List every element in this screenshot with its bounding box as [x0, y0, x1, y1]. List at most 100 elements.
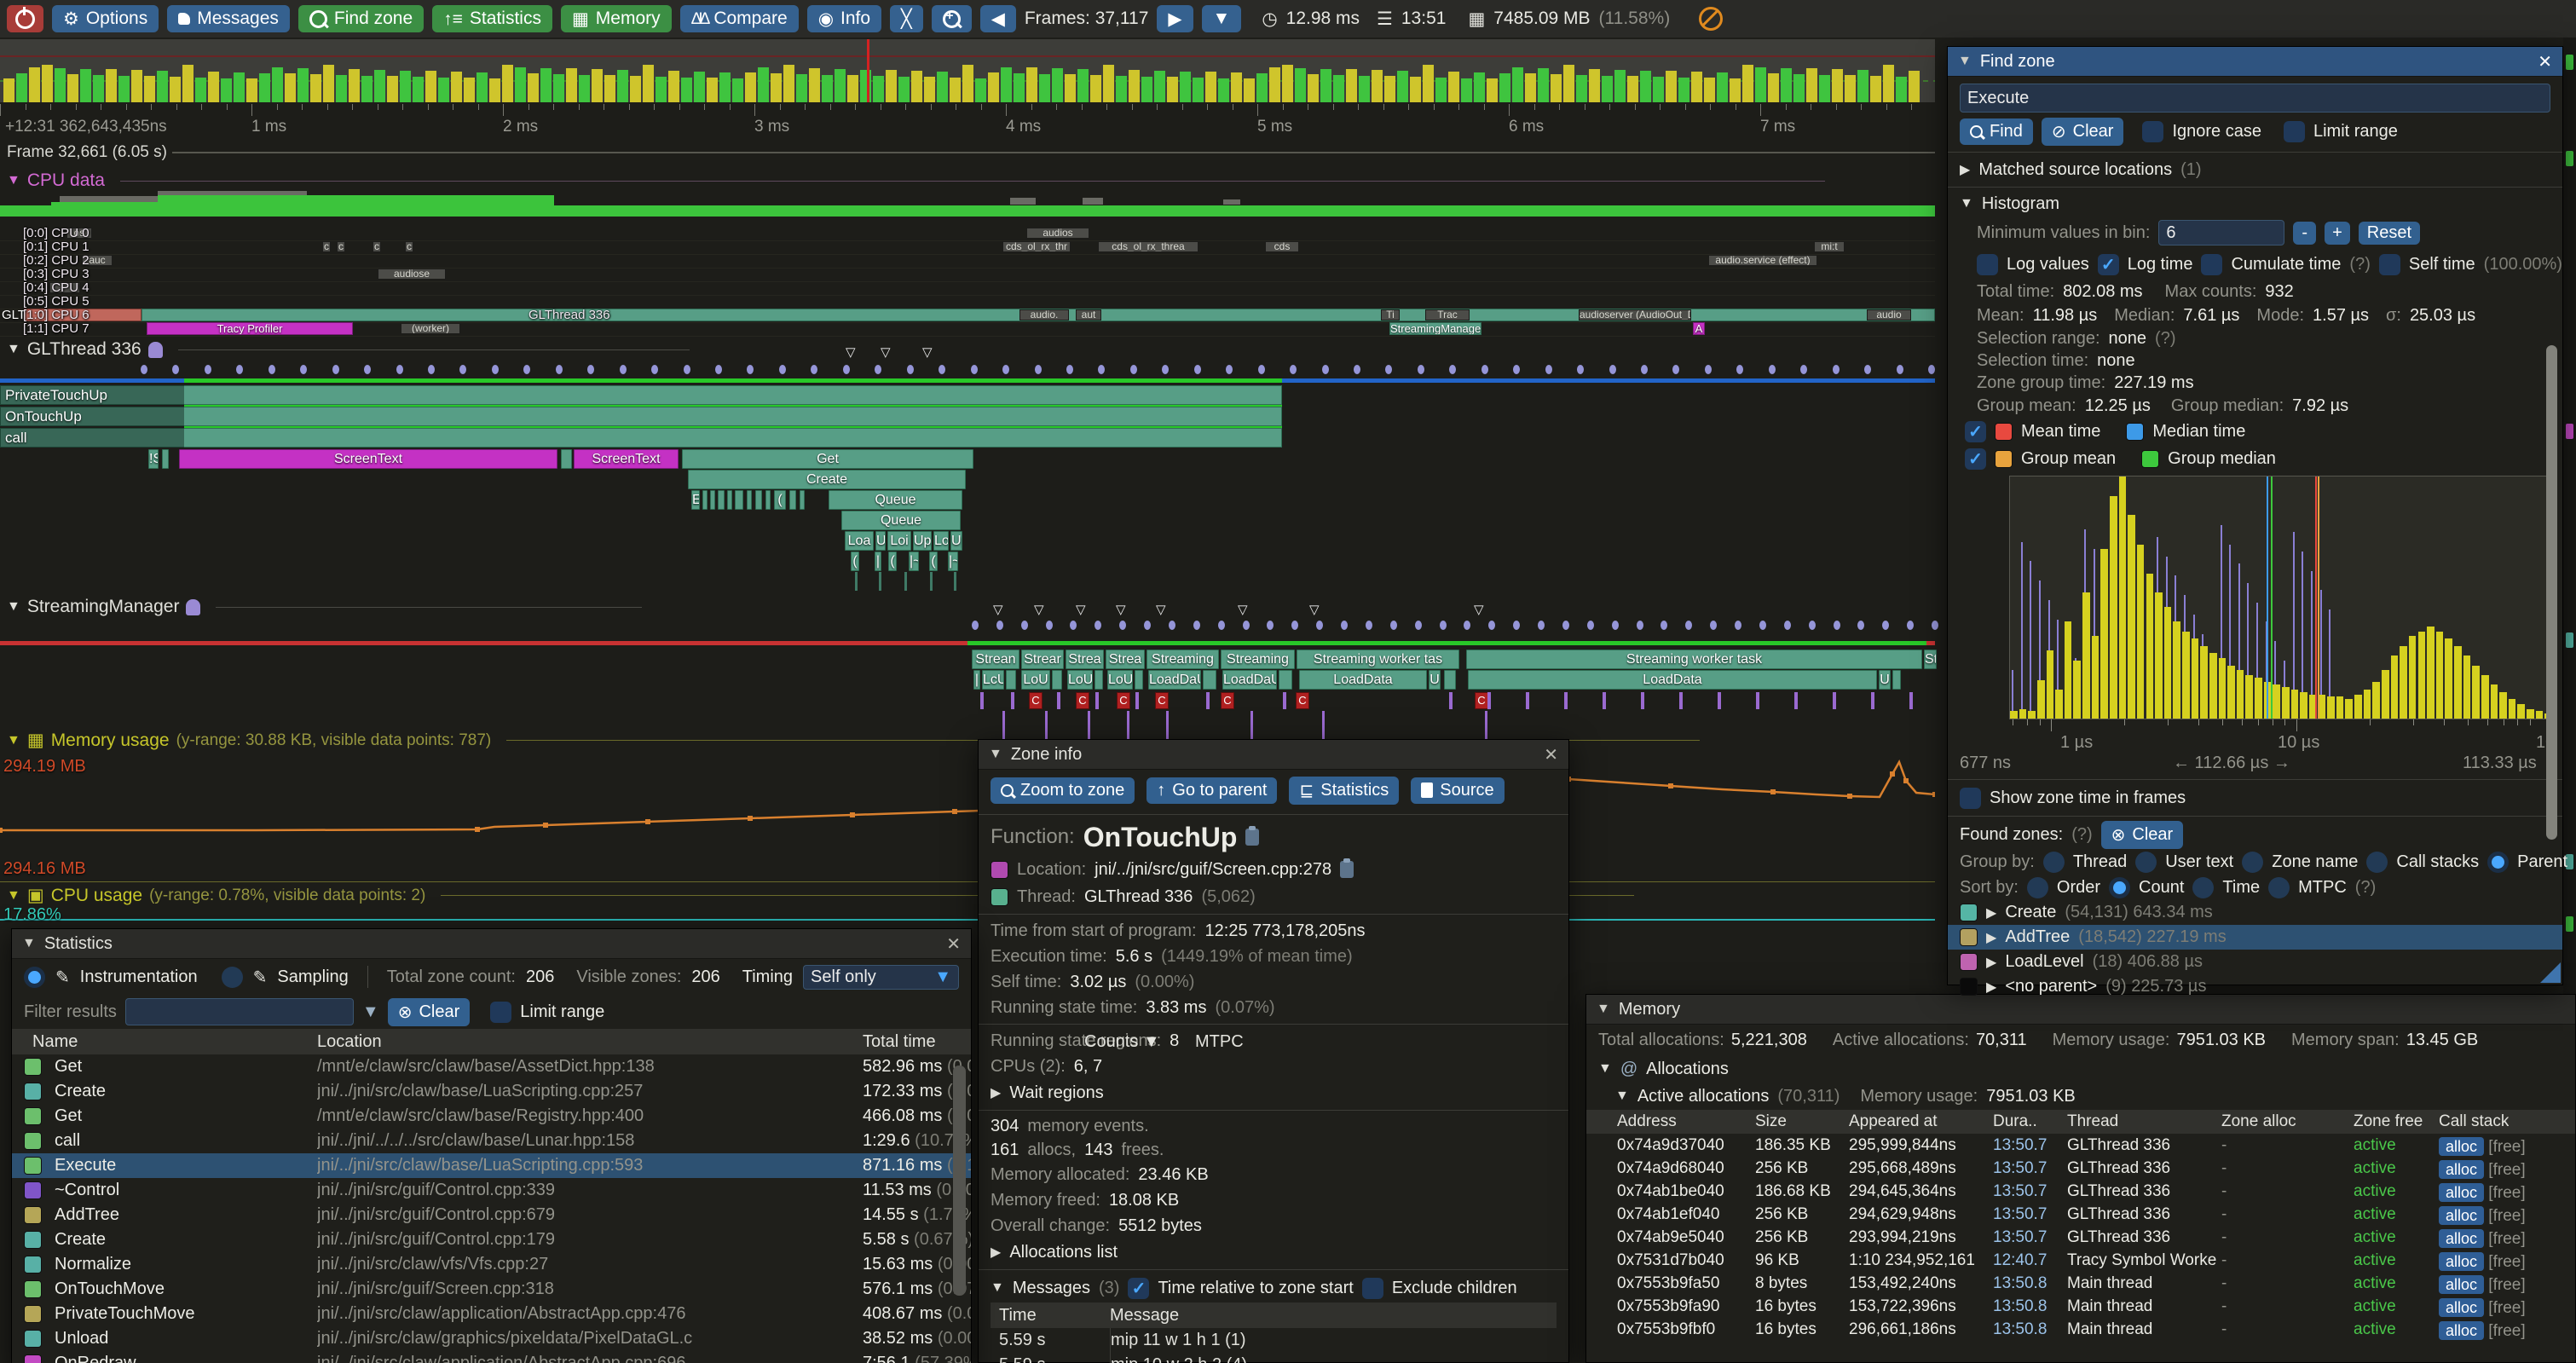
zone-bar[interactable]: Strear	[1021, 650, 1064, 669]
cpu-chip[interactable]: cds	[1265, 241, 1299, 252]
statistics-button[interactable]: ⊑Statistics	[1289, 777, 1399, 805]
frame-bar[interactable]	[1218, 78, 1229, 102]
frame-bar[interactable]	[16, 73, 27, 102]
messages-button[interactable]: Messages	[167, 5, 290, 32]
message-dot[interactable]	[1194, 365, 1201, 374]
zone-bar[interactable]: Queue	[829, 490, 962, 510]
zone-bar[interactable]	[1095, 670, 1103, 690]
frame-bar[interactable]	[835, 69, 846, 102]
zone-bar[interactable]: Strea	[1066, 650, 1104, 669]
frame-bar[interactable]	[1870, 76, 1881, 102]
message-dot[interactable]	[556, 365, 563, 374]
message-dot[interactable]	[1562, 621, 1569, 630]
frame-bar[interactable]	[809, 68, 820, 102]
source-button[interactable]: Source	[1411, 777, 1504, 804]
zone-bar[interactable]: LoU	[1021, 670, 1050, 690]
frame-marker-icon[interactable]: ▽	[881, 344, 891, 360]
message-dot[interactable]	[1144, 621, 1151, 630]
frame-bar[interactable]	[1551, 74, 1562, 102]
message-dot[interactable]	[715, 365, 722, 374]
frame-bar[interactable]	[1461, 78, 1472, 102]
message-dot[interactable]	[1735, 621, 1741, 630]
resize-grip[interactable]	[2540, 962, 2561, 983]
message-dot[interactable]	[1070, 621, 1077, 630]
frame-bar[interactable]	[387, 76, 398, 102]
frame-bar[interactable]	[656, 77, 667, 102]
zone-bar[interactable]: (	[888, 552, 897, 571]
frame-bar[interactable]	[1295, 68, 1306, 102]
cpu-chip[interactable]: c	[337, 241, 345, 252]
frame-bar[interactable]	[1065, 74, 1076, 102]
frame-bar[interactable]	[758, 67, 769, 102]
message-dot[interactable]	[1449, 365, 1456, 374]
message-dot[interactable]	[1882, 621, 1889, 630]
gc-zone[interactable]	[1909, 692, 1913, 709]
message-dot[interactable]	[1609, 365, 1616, 374]
memory-row[interactable]: 0x74ab1ef040256 KB294,629,948ns13:50.7GL…	[1586, 1203, 2575, 1226]
message-dot[interactable]	[1415, 621, 1422, 630]
message-dot[interactable]	[1513, 365, 1520, 374]
found-zone-row[interactable]: ▶Create(54,131) 643.34 ms	[1948, 900, 2562, 925]
memory-row[interactable]: 0x74a9d37040186.35 KB295,999,844ns13:50.…	[1586, 1134, 2575, 1157]
frame-bar[interactable]	[1602, 76, 1613, 102]
frame-bar[interactable]	[1512, 67, 1523, 102]
histogram-label[interactable]: Histogram	[1982, 194, 2059, 214]
frame-bar[interactable]	[1832, 69, 1843, 102]
stats-row[interactable]: Normalizejni/../jni/src/claw/vfs/Vfs.cpp…	[12, 1252, 971, 1277]
zone-bar[interactable]: Loi	[887, 531, 911, 551]
message-dot[interactable]	[1864, 365, 1871, 374]
message-dot[interactable]	[141, 365, 147, 374]
frame-bar[interactable]	[528, 73, 539, 102]
frame-bar[interactable]	[3, 78, 14, 102]
frame-bar[interactable]	[1256, 73, 1268, 102]
message-dot[interactable]	[1759, 621, 1766, 630]
zone-bar[interactable]	[718, 490, 725, 510]
frame-marker-icon[interactable]: ▽	[1156, 602, 1166, 617]
zone-bar[interactable]	[0, 407, 1282, 426]
find-zone-scrollbar[interactable]	[2546, 345, 2557, 840]
message-dot[interactable]	[1066, 365, 1073, 374]
message-dot[interactable]	[620, 365, 627, 374]
frame-bar[interactable]	[425, 71, 436, 102]
stats-row[interactable]: ~Controljni/../jni/src/guif/Control.cpp:…	[12, 1178, 971, 1203]
zoom-search-button[interactable]	[932, 5, 972, 32]
cpu-zone-bar[interactable]: A	[1693, 322, 1705, 335]
message-dot[interactable]	[1464, 621, 1470, 630]
allocations-list-label[interactable]: Allocations list	[1009, 1243, 1118, 1262]
frame-bar[interactable]	[1167, 77, 1178, 102]
options-button[interactable]: ⚙Options	[52, 5, 159, 32]
message-dot[interactable]	[651, 365, 658, 374]
frame-bar[interactable]	[80, 69, 91, 102]
frame-bar[interactable]	[1320, 69, 1331, 102]
message-dot[interactable]	[996, 621, 1003, 630]
message-dot[interactable]	[523, 365, 530, 374]
message-dot[interactable]	[492, 365, 499, 374]
zone-bar[interactable]	[735, 490, 743, 510]
gc-zone[interactable]	[1011, 692, 1014, 709]
found-zone-row[interactable]: ▶LoadLevel(18) 406.88 µs	[1948, 950, 2562, 974]
message-dot[interactable]	[1095, 621, 1101, 630]
error-zone[interactable]: C	[1076, 692, 1089, 709]
close-icon[interactable]: ✕	[2538, 51, 2552, 72]
memory-row[interactable]: 0x7553b9fbf016 bytes296,661,186ns13:50.8…	[1586, 1318, 2575, 1341]
frame-bar[interactable]	[310, 74, 321, 102]
frame-bar[interactable]	[477, 72, 488, 102]
zone-bar[interactable]: ScreenText	[179, 449, 557, 469]
message-dot[interactable]	[1661, 621, 1667, 630]
frame-bar[interactable]	[1678, 78, 1689, 102]
frame-bar[interactable]	[962, 65, 973, 102]
glthread-header[interactable]: ▼ GLThread 336	[7, 339, 690, 360]
power-button[interactable]	[7, 5, 43, 32]
found-zone-row[interactable]: ▶AddTree(18,542) 227.19 ms	[1948, 925, 2562, 950]
error-zone[interactable]: C	[1221, 692, 1234, 709]
error-zone[interactable]: C	[1475, 692, 1488, 709]
cpu-chip[interactable]: audios	[1026, 228, 1089, 239]
frame-bar[interactable]	[630, 76, 641, 102]
mean-median-checkbox[interactable]: ✓	[1965, 421, 1986, 442]
frame-bar[interactable]	[400, 71, 411, 102]
frame-bar[interactable]	[643, 65, 654, 102]
frame-bar[interactable]	[55, 68, 66, 102]
error-zone[interactable]: C	[1296, 692, 1309, 709]
zone-bar[interactable]: Loa	[845, 531, 874, 551]
zone-bar[interactable]: Strean	[972, 650, 1019, 669]
